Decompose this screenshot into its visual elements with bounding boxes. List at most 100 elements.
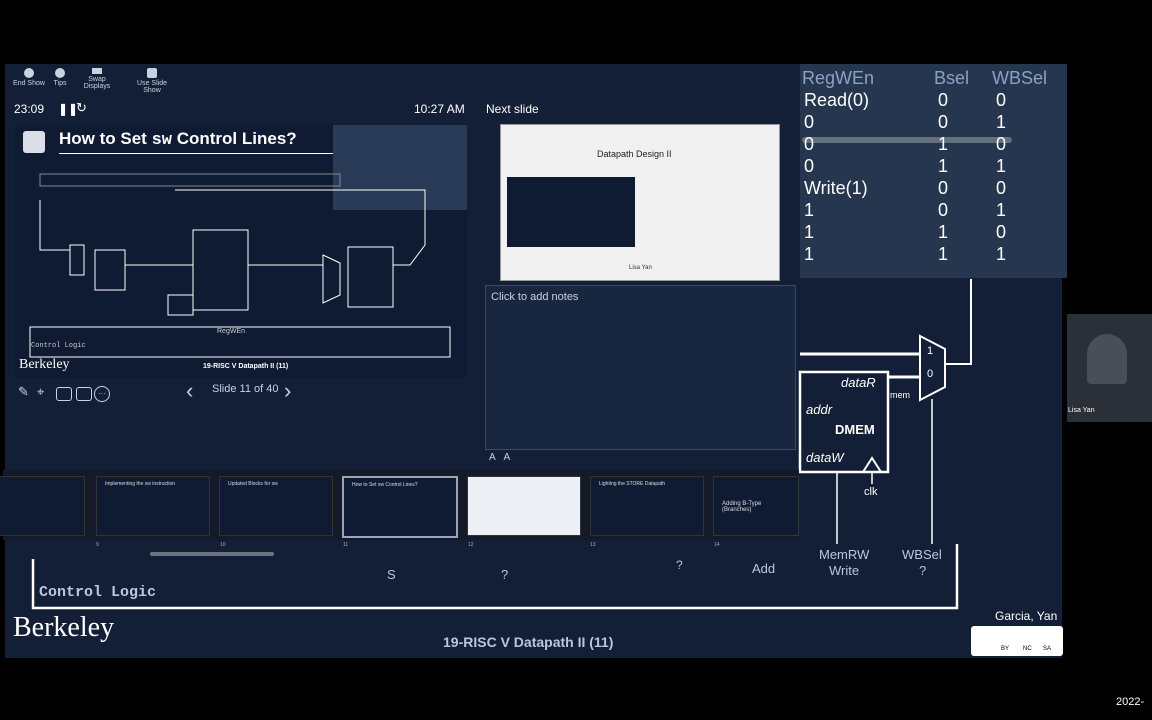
bsel-value: S xyxy=(387,567,396,582)
laser-pointer-icon[interactable]: ⌖ xyxy=(37,384,44,400)
end-show-icon xyxy=(24,68,34,78)
thumb-number: 14 xyxy=(714,542,720,548)
regwen-value: ? xyxy=(501,567,509,582)
mini-datapath xyxy=(29,173,451,358)
table-cell: 0 xyxy=(996,178,1007,198)
table-header: RegWEn xyxy=(802,68,875,88)
notes-placeholder: Click to add notes xyxy=(491,291,579,303)
thumb-number: 9 xyxy=(96,542,99,548)
slide-title: How to Set sw Control Lines? xyxy=(59,129,297,150)
table-cell: 0 xyxy=(804,134,815,154)
use-slide-show-icon xyxy=(147,68,157,78)
tips-icon xyxy=(55,68,65,78)
table-cell: 0 xyxy=(804,156,815,176)
table-cell: Write(1) xyxy=(804,178,868,198)
subtitles-icon[interactable] xyxy=(56,387,72,401)
clk-label: clk xyxy=(864,486,878,498)
wbsel-label: WBSel xyxy=(902,547,942,562)
use-slide-show-button[interactable]: Use Slide Show xyxy=(130,68,174,94)
thumb-number: 11 xyxy=(343,542,349,548)
table-cell: 1 xyxy=(938,134,949,154)
previous-slide-button[interactable]: ‹ xyxy=(186,378,193,404)
next-slide-label: Next slide xyxy=(486,102,539,116)
table-highlight xyxy=(802,137,1012,143)
speaker-notes[interactable]: Click to add notes xyxy=(485,285,796,450)
slide-thumb[interactable]: Implementing the sw instruction xyxy=(96,476,210,536)
authors: Garcia, Yan xyxy=(995,609,1058,623)
add-label: Add xyxy=(752,561,776,576)
next-slide-footer: Lisa Yan xyxy=(629,265,652,271)
table-cell: 0 xyxy=(996,134,1007,154)
pen-icon[interactable]: ✎ xyxy=(18,384,29,400)
next-slide-button[interactable]: › xyxy=(284,378,291,404)
slide-thumb[interactable]: Adding B-Type (Branches) xyxy=(713,476,799,536)
webcam-name-label: Lisa Yan xyxy=(1068,407,1095,414)
mini-control-logic-label: Control Logic xyxy=(31,342,86,350)
table-cell: Read(0) xyxy=(804,90,870,110)
webcam-feed xyxy=(1067,314,1152,422)
table-cell: 1 xyxy=(996,112,1007,132)
decrease-font-button[interactable]: A xyxy=(503,452,510,463)
slide-thumb[interactable] xyxy=(0,476,85,536)
table-header: Bsel xyxy=(934,68,970,88)
title-underline xyxy=(59,153,339,154)
control-logic-label: Control Logic xyxy=(39,584,157,601)
thumb-number: 12 xyxy=(468,542,474,548)
memrw-label: MemRW xyxy=(819,547,870,562)
control-table: RegWEn Bsel WBSel Read(0) 0 0 0 0 1 0 1 0 0 1 1 Writ… xyxy=(800,64,1067,278)
clock: 10:27 AM xyxy=(414,102,465,116)
mini-berkeley-logo: Berkeley xyxy=(19,357,70,372)
more-options-icon[interactable]: ··· xyxy=(94,386,110,402)
table-cell: 0 xyxy=(938,112,949,132)
slide-counter: Slide 11 of 40 xyxy=(212,383,279,395)
next-slide-title: Datapath Design II xyxy=(597,149,672,159)
unknown-value: ? xyxy=(676,558,683,572)
cs-logo-icon xyxy=(23,131,45,153)
current-slide-preview: How to Set sw Control Lines? Control Log… xyxy=(15,125,467,378)
table-cell: 0 xyxy=(938,200,949,220)
table-cell: 0 xyxy=(938,90,949,110)
slide-thumb[interactable]: Lighting the STORE Datapath xyxy=(590,476,704,536)
mux-input-1: 1 xyxy=(927,345,934,357)
table-cell: 0 xyxy=(804,112,815,132)
thumb-number: 10 xyxy=(220,542,226,548)
mux-sel-label: mem xyxy=(890,390,910,400)
addr-label: addr xyxy=(806,402,833,417)
slide-thumb[interactable] xyxy=(467,476,581,536)
next-slide-preview: Datapath Design II Lisa Yan xyxy=(500,124,780,281)
slide-thumb[interactable]: Updated Blocks for sw xyxy=(219,476,333,536)
slide-footer: 19-RISC V Datapath II (11) xyxy=(443,634,614,650)
table-cell: 1 xyxy=(996,156,1007,176)
slide-filmstrip: Implementing the sw instruction Updated … xyxy=(0,470,799,540)
slide-thumb-current[interactable]: How to Set sw Control Lines? xyxy=(342,476,458,538)
table-cell: 0 xyxy=(938,178,949,198)
dmem-label: DMEM xyxy=(835,422,875,437)
zoom-controls: A A xyxy=(489,452,510,463)
table-cell: 1 xyxy=(996,244,1007,264)
reset-timer-icon[interactable]: ↻ xyxy=(76,100,87,116)
filmstrip-scrollbar[interactable] xyxy=(150,552,274,556)
table-cell: 1 xyxy=(996,200,1007,220)
table-cell: 1 xyxy=(938,156,949,176)
thumb-number: 13 xyxy=(590,542,596,548)
speaker-silhouette xyxy=(1087,334,1127,384)
berkeley-logo: Berkeley xyxy=(13,612,115,643)
swap-displays-button[interactable]: Swap Displays xyxy=(75,68,119,90)
table-cell: 0 xyxy=(996,90,1007,110)
mini-footer: 19-RISC V Datapath II (11) xyxy=(203,363,289,370)
table-cell: 1 xyxy=(804,200,815,220)
increase-font-button[interactable]: A xyxy=(489,452,496,463)
next-slide-inner-thumb xyxy=(507,177,635,247)
table-cell: 1 xyxy=(804,244,815,264)
memrw-value: Write xyxy=(829,563,860,578)
mini-regwen-label: RegWEn xyxy=(217,328,246,335)
camera-icon[interactable] xyxy=(76,387,92,401)
cc-license-badge: BY NC SA xyxy=(971,626,1063,656)
table-cell: 1 xyxy=(938,222,949,242)
table-header: WBSel xyxy=(992,68,1048,88)
elapsed-timer: 23:09 xyxy=(14,102,45,116)
dataW-label: dataW xyxy=(806,450,844,465)
dataR-label: dataR xyxy=(841,375,876,390)
mux-input-0: 0 xyxy=(927,368,934,380)
table-cell: 0 xyxy=(996,222,1007,242)
